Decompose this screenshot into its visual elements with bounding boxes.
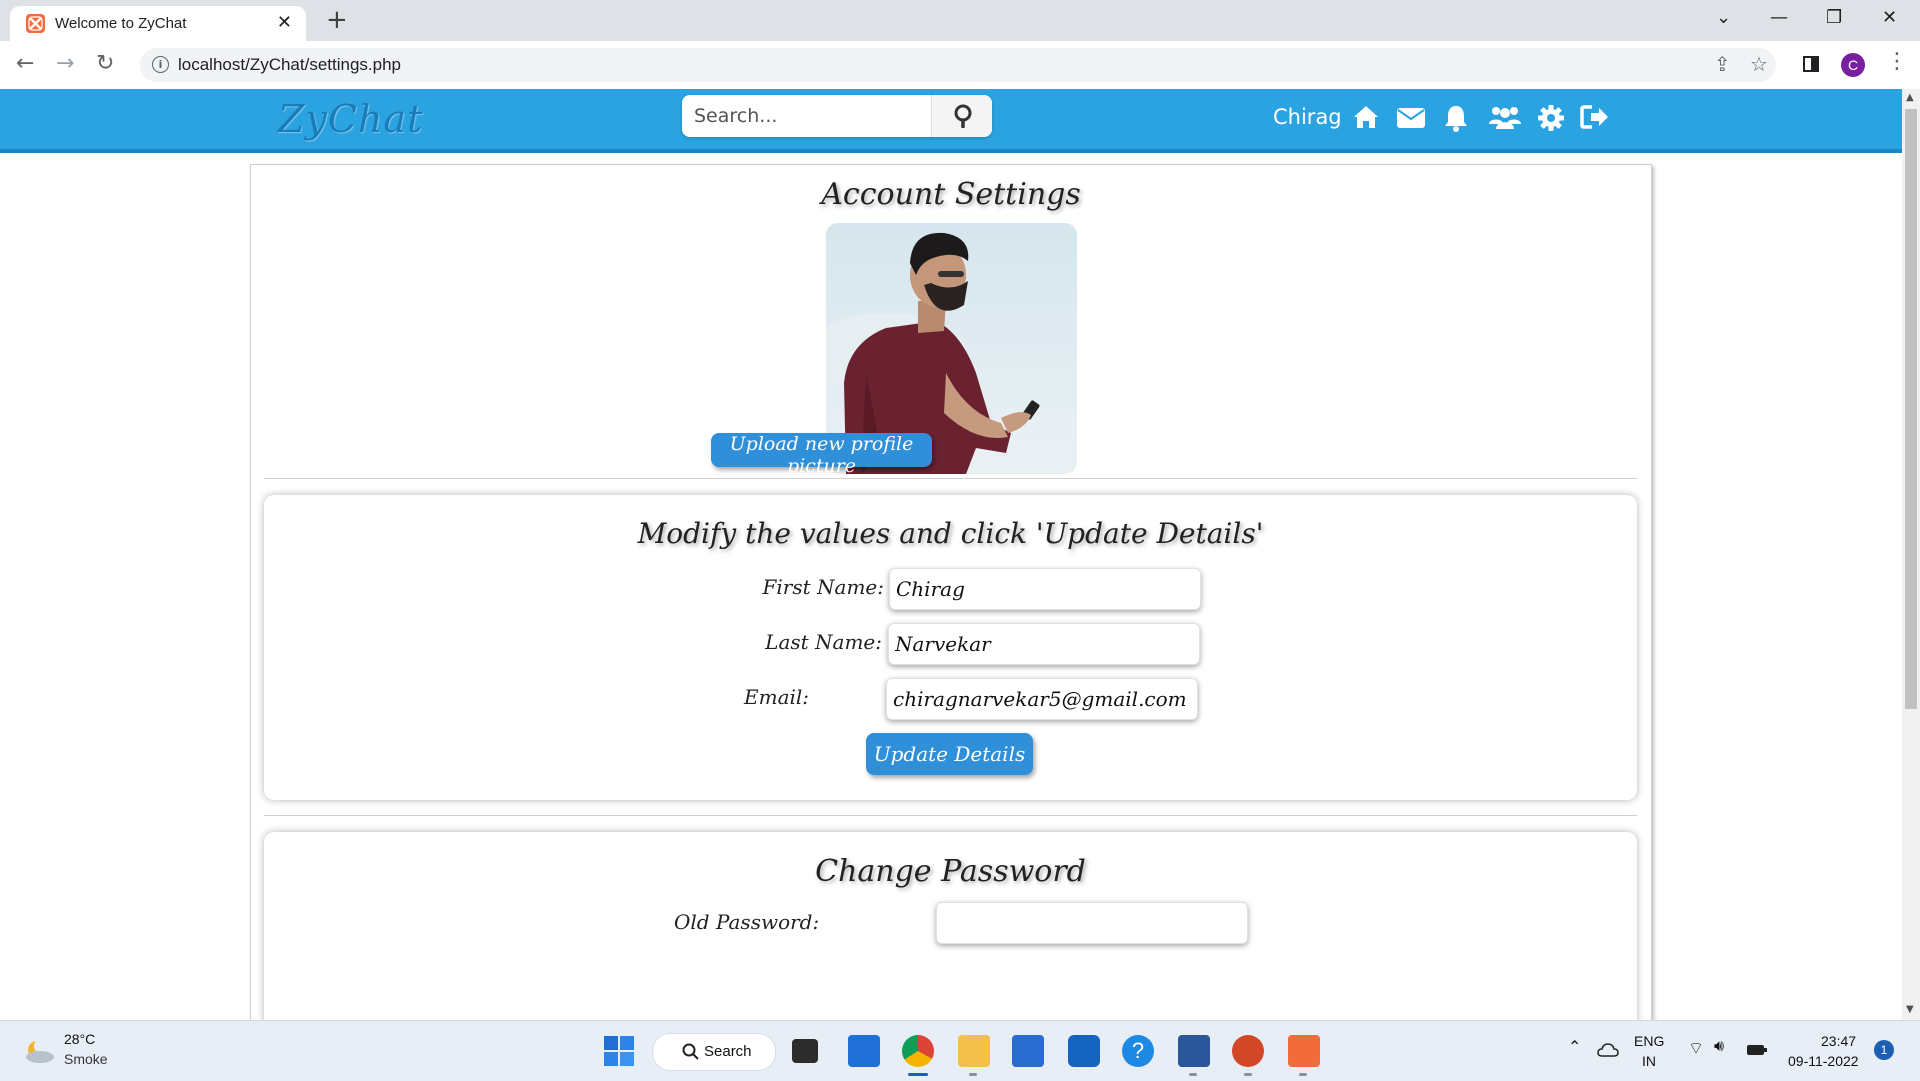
section-divider <box>264 478 1637 479</box>
account-settings-title: Account Settings <box>821 177 1081 212</box>
weather-temperature[interactable]: 28°C <box>64 1031 95 1047</box>
close-window-icon[interactable]: ✕ <box>1882 8 1897 28</box>
mail-icon[interactable] <box>1396 107 1426 129</box>
volume-icon[interactable]: 🔊︎ <box>1714 1038 1724 1056</box>
taskbar-search-label: Search <box>704 1043 752 1060</box>
windows-taskbar: 28°C Smoke Search ? ⌃ ENG IN ⌔ 🔊︎ 23:47 … <box>0 1020 1920 1081</box>
xampp-favicon-icon <box>26 14 45 33</box>
nav-username-link[interactable]: Chirag <box>1273 105 1342 129</box>
tab-title: Welcome to ZyChat <box>55 15 187 32</box>
app-icon[interactable] <box>1068 1035 1100 1067</box>
site-header: ZyChat Chirag <box>0 89 1902 153</box>
scroll-down-icon[interactable]: ▼ <box>1906 1005 1914 1015</box>
gear-icon[interactable] <box>1537 104 1565 132</box>
browser-tabstrip: Welcome to ZyChat ✕ + ⌄ — ❐ ✕ <box>0 0 1920 41</box>
help-icon[interactable]: ? <box>1122 1035 1154 1067</box>
change-password-panel: Change Password Old Password: <box>264 832 1637 1020</box>
weather-moon-cloud-icon[interactable] <box>22 1037 56 1065</box>
site-info-icon[interactable]: i <box>152 56 169 73</box>
new-tab-icon[interactable]: + <box>326 7 348 33</box>
powerpoint-running-indicator <box>1244 1073 1252 1076</box>
bell-icon[interactable] <box>1443 104 1469 132</box>
word-running-indicator <box>1189 1073 1197 1076</box>
page-viewport: ZyChat Chirag <box>0 89 1902 1020</box>
weather-description[interactable]: Smoke <box>64 1051 108 1067</box>
old-password-input[interactable] <box>936 902 1248 944</box>
users-icon[interactable] <box>1488 104 1522 130</box>
clock-date[interactable]: 09-11-2022 <box>1788 1053 1859 1069</box>
taskbar-search[interactable]: Search <box>652 1033 776 1071</box>
share-icon[interactable]: ⇪ <box>1714 54 1731 74</box>
bookmark-star-icon[interactable]: ☆ <box>1750 54 1768 74</box>
search-form <box>682 95 992 137</box>
scroll-thumb[interactable] <box>1905 109 1917 709</box>
browser-toolbar: ← → ↻ i localhost/ZyChat/settings.php ⇪ … <box>0 41 1920 90</box>
settings-card: Account Settings Upload new profile pict… <box>250 164 1652 1020</box>
scroll-up-icon[interactable]: ▲ <box>1906 93 1914 103</box>
wifi-icon[interactable]: ⌔ <box>1688 1038 1704 1059</box>
store-icon[interactable] <box>1012 1035 1044 1067</box>
language-bottom[interactable]: IN <box>1642 1053 1656 1069</box>
upload-profile-picture-button[interactable]: Upload new profile picture <box>711 433 932 477</box>
forward-icon[interactable]: → <box>56 53 74 75</box>
restore-icon[interactable]: ❐ <box>1826 8 1842 28</box>
last-name-label: Last Name: <box>765 630 882 654</box>
last-name-input[interactable] <box>888 623 1200 665</box>
minimize-icon[interactable]: — <box>1770 8 1788 28</box>
email-label: Email: <box>744 685 810 709</box>
back-icon[interactable]: ← <box>16 53 34 75</box>
mail-app-icon[interactable] <box>848 1035 880 1067</box>
notification-badge[interactable]: 1 <box>1874 1040 1894 1060</box>
search-button[interactable] <box>931 95 992 137</box>
language-top[interactable]: ENG <box>1634 1033 1664 1049</box>
onedrive-icon[interactable] <box>1597 1043 1619 1057</box>
update-details-panel: Modify the values and click 'Update Deta… <box>264 495 1637 800</box>
first-name-label: First Name: <box>762 575 884 599</box>
search-icon <box>954 104 972 128</box>
address-bar[interactable]: i localhost/ZyChat/settings.php ⇪ ☆ <box>140 48 1776 82</box>
reload-icon[interactable]: ↻ <box>96 53 114 75</box>
zychat-logo[interactable]: ZyChat <box>278 97 423 141</box>
xampp-icon[interactable] <box>1288 1035 1320 1067</box>
change-password-title: Change Password <box>815 854 1086 889</box>
email-input[interactable] <box>886 678 1198 720</box>
browser-tab[interactable]: Welcome to ZyChat ✕ <box>10 6 306 41</box>
powerpoint-icon[interactable] <box>1232 1035 1264 1067</box>
section-divider <box>264 815 1637 816</box>
search-icon <box>682 1043 699 1060</box>
file-explorer-icon[interactable] <box>958 1035 990 1067</box>
url-text[interactable]: localhost/ZyChat/settings.php <box>178 55 401 75</box>
old-password-label: Old Password: <box>674 910 820 934</box>
chrome-icon[interactable] <box>902 1035 934 1067</box>
clock-time[interactable]: 23:47 <box>1821 1033 1856 1049</box>
chrome-active-indicator <box>908 1073 928 1076</box>
home-icon[interactable] <box>1352 104 1380 130</box>
browser-menu-icon[interactable]: ⋮ <box>1886 51 1908 73</box>
xampp-running-indicator <box>1299 1073 1307 1076</box>
side-panel-icon[interactable] <box>1803 56 1819 72</box>
browser-profile-avatar[interactable]: C <box>1841 53 1865 77</box>
windows-start-icon[interactable] <box>604 1036 634 1066</box>
update-details-button[interactable]: Update Details <box>866 733 1033 775</box>
battery-icon[interactable] <box>1746 1043 1768 1057</box>
update-details-title: Modify the values and click 'Update Deta… <box>637 517 1264 550</box>
word-icon[interactable] <box>1178 1035 1210 1067</box>
explorer-running-indicator <box>969 1073 977 1076</box>
tab-search-chevron-icon[interactable]: ⌄ <box>1716 8 1731 28</box>
search-input[interactable] <box>682 95 930 137</box>
tab-close-icon[interactable]: ✕ <box>277 13 292 33</box>
logout-icon[interactable] <box>1580 104 1610 130</box>
first-name-input[interactable] <box>889 568 1201 610</box>
page-scrollbar[interactable]: ▲ ▼ <box>1902 89 1920 1020</box>
tray-chevron-up-icon[interactable]: ⌃ <box>1568 1037 1581 1057</box>
task-view-icon[interactable] <box>792 1039 818 1063</box>
